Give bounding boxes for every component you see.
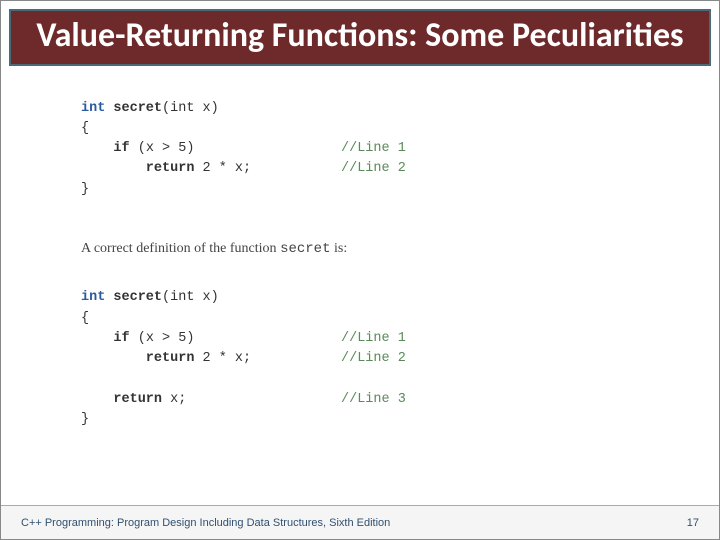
keyword-return: return	[81, 392, 170, 407]
slide-title-bar: Value-Returning Functions: Some Peculiar…	[9, 9, 711, 66]
keyword-int: int	[81, 290, 113, 305]
code-block-1: int secret(int x) { if (x > 5) //Line 1 r…	[81, 78, 639, 220]
caption-text: A correct definition of the function sec…	[81, 238, 639, 260]
slide-footer: C++ Programming: Program Design Includin…	[1, 505, 719, 539]
comment-line2: //Line 2	[341, 159, 406, 179]
keyword-int: int	[81, 101, 113, 116]
brace-open: {	[81, 121, 89, 136]
caption-suffix: is:	[330, 241, 347, 256]
footer-text: C++ Programming: Program Design Includin…	[21, 517, 390, 529]
slide-title: Value-Returning Functions: Some Peculiar…	[21, 17, 699, 54]
comment-line3: //Line 3	[341, 390, 406, 410]
function-name: secret	[113, 290, 162, 305]
return-expr: x;	[170, 392, 186, 407]
keyword-if: if	[81, 141, 138, 156]
brace-open: {	[81, 311, 89, 326]
return-expr: 2 * x;	[203, 161, 252, 176]
caption-code: secret	[280, 241, 330, 257]
brace-close: }	[81, 412, 89, 427]
condition: (x > 5)	[138, 331, 195, 346]
comment-line1: //Line 1	[341, 329, 406, 349]
comment-line1: //Line 1	[341, 139, 406, 159]
param-list: (int x)	[162, 101, 219, 116]
keyword-return: return	[81, 351, 203, 366]
comment-line2: //Line 2	[341, 349, 406, 369]
condition: (x > 5)	[138, 141, 195, 156]
caption-prefix: A correct definition of the function	[81, 241, 280, 256]
keyword-if: if	[81, 331, 138, 346]
function-name: secret	[113, 101, 162, 116]
return-expr: 2 * x;	[203, 351, 252, 366]
brace-close: }	[81, 182, 89, 197]
page-number: 17	[687, 517, 699, 529]
code-block-2: int secret(int x) { if (x > 5) //Line 1 r…	[81, 268, 639, 450]
slide-content: int secret(int x) { if (x > 5)//Line 1 r…	[1, 66, 719, 450]
param-list: (int x)	[162, 290, 219, 305]
keyword-return: return	[81, 161, 203, 176]
